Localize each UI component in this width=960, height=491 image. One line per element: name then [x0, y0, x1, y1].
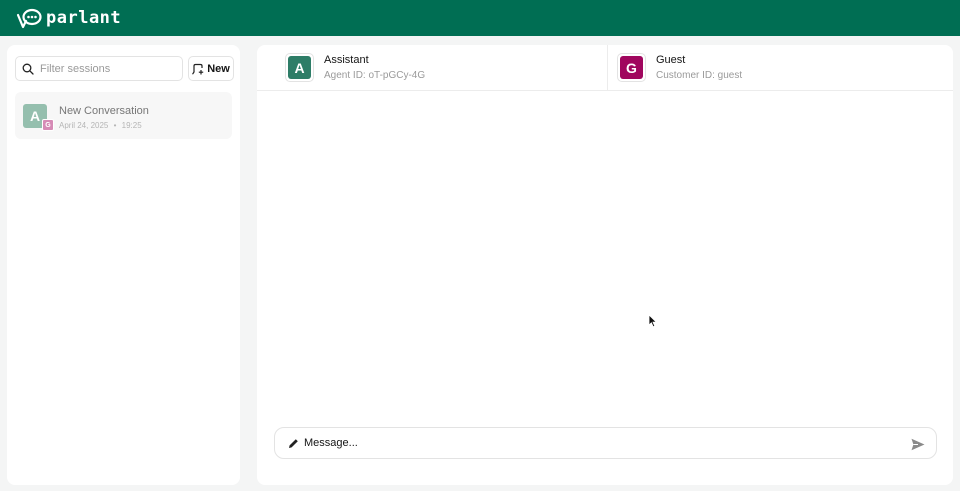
new-session-label: New [207, 62, 230, 75]
header-divider [607, 45, 608, 91]
filter-sessions-field[interactable] [15, 56, 183, 81]
new-session-button[interactable]: New [188, 56, 234, 81]
new-chat-icon [192, 63, 204, 74]
message-input[interactable] [304, 437, 894, 449]
customer-avatar-frame: G [617, 53, 646, 82]
agent-info: A Assistant Agent ID: oT-pGCy-4G [285, 53, 425, 82]
customer-name: Guest [656, 54, 686, 66]
agent-avatar-frame: A [285, 53, 314, 82]
sessions-sidebar: New A G New Conversation April 24, 2025 … [7, 45, 240, 485]
session-date: April 24, 2025 [59, 121, 109, 130]
send-button[interactable] [910, 436, 926, 452]
agent-id: Agent ID: oT-pGCy-4G [324, 70, 426, 81]
agent-header-avatar: A [288, 56, 311, 79]
session-item[interactable]: A G New Conversation April 24, 2025 • 19… [15, 92, 232, 139]
parlant-logo[interactable]: parlant [16, 7, 121, 29]
filter-sessions-input[interactable] [40, 62, 170, 75]
agent-name: Assistant [324, 54, 369, 66]
customer-avatar: G [42, 119, 54, 131]
chat-bubble-logo-icon [16, 8, 42, 29]
pencil-icon [289, 438, 298, 448]
brand-name: parlant [46, 8, 122, 28]
search-icon [22, 63, 34, 75]
customer-header-avatar: G [620, 56, 643, 79]
mouse-cursor-icon [648, 314, 658, 328]
session-meta-separator: • [113, 121, 117, 130]
session-title: New Conversation [59, 105, 149, 117]
customer-id: Customer ID: guest [656, 70, 743, 81]
chat-header: A Assistant Agent ID: oT-pGCy-4G G Guest… [257, 45, 953, 91]
top-bar: parlant [0, 0, 960, 36]
send-icon [911, 438, 925, 450]
session-timestamp: April 24, 2025 • 19:25 [59, 121, 142, 130]
chat-panel: A Assistant Agent ID: oT-pGCy-4G G Guest… [257, 45, 953, 485]
session-time: 19:25 [121, 121, 142, 130]
customer-info: G Guest Customer ID: guest [617, 53, 742, 82]
message-composer[interactable] [274, 427, 937, 459]
